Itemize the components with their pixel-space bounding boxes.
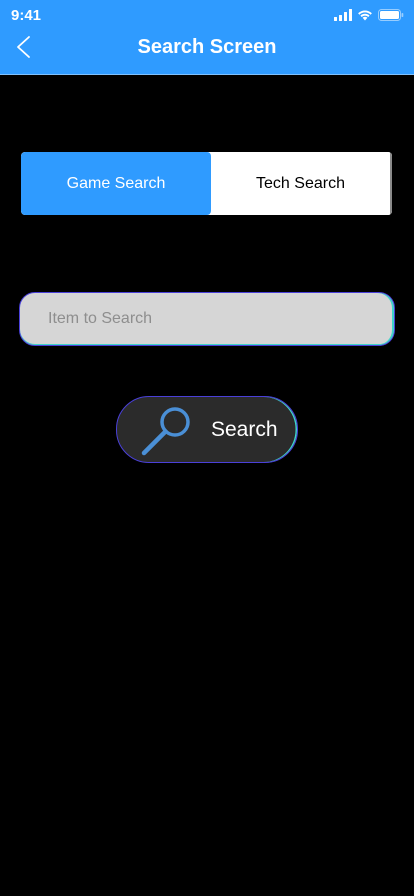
segment-game-search[interactable]: Game Search <box>21 152 211 215</box>
nav-bar: Search Screen <box>0 28 414 74</box>
status-bar: 9:41 <box>0 0 414 28</box>
search-screen: 9:41 Search Screen Game Search Tech Sear… <box>0 0 414 896</box>
search-button[interactable]: Search <box>116 396 298 463</box>
page-title: Search Screen <box>137 36 277 58</box>
segment-tech-search[interactable]: Tech Search <box>211 152 392 215</box>
battery-icon <box>378 8 404 26</box>
signal-icon <box>334 8 352 26</box>
magnifier-icon <box>141 405 193 457</box>
wifi-icon <box>357 8 373 26</box>
status-icons <box>334 8 404 26</box>
search-type-segmented-control: Game Search Tech Search <box>21 152 392 215</box>
status-time: 9:41 <box>11 7 42 24</box>
search-button-label: Search <box>211 418 278 441</box>
header: 9:41 Search Screen <box>0 0 414 75</box>
search-input[interactable] <box>19 292 395 346</box>
